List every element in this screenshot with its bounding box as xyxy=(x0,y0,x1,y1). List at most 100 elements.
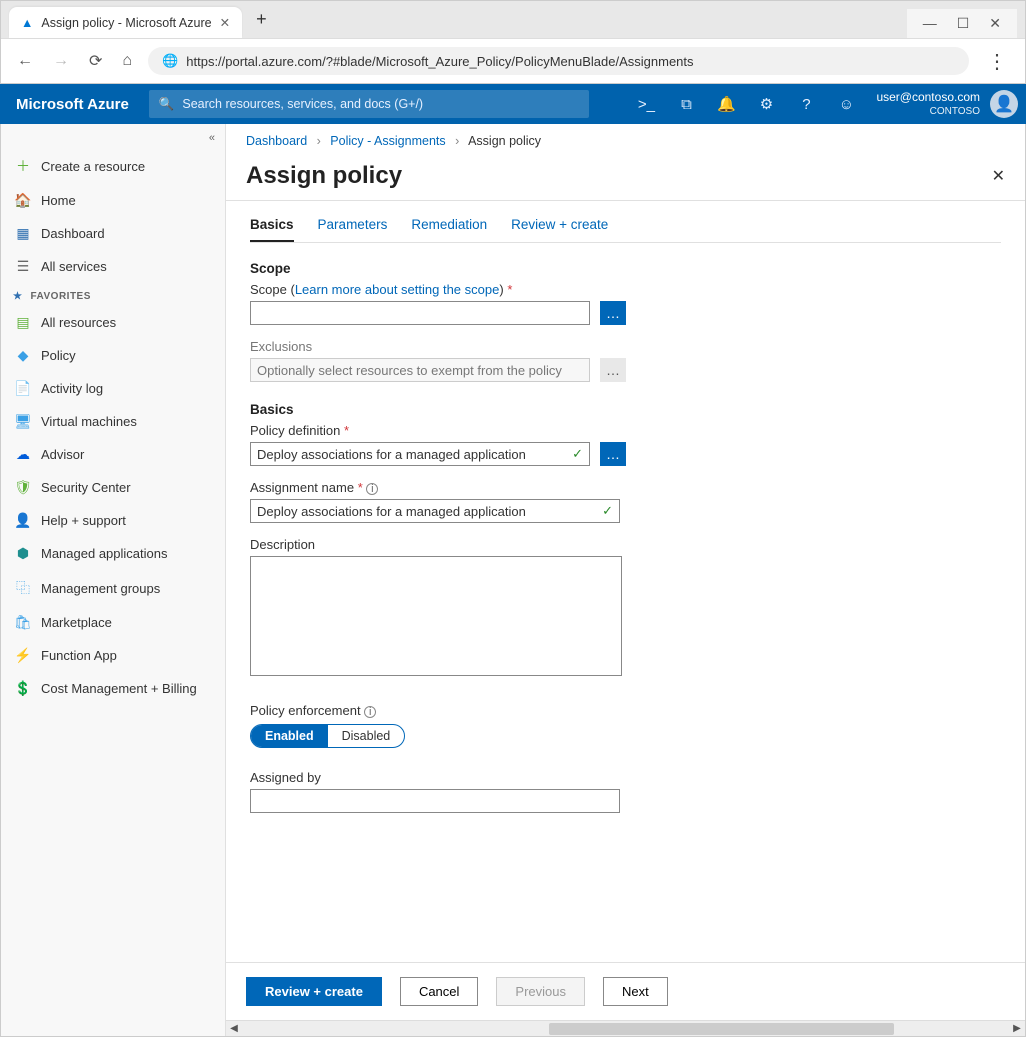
toggle-enabled[interactable]: Enabled xyxy=(251,725,328,747)
assigned-by-input[interactable] xyxy=(250,789,620,813)
info-icon[interactable]: i xyxy=(366,483,378,495)
description-label: Description xyxy=(250,537,1001,552)
sidebar-item-vm[interactable]: 🖥Virtual machines xyxy=(1,405,225,438)
sidebar-item-all-resources[interactable]: ▤All resources xyxy=(1,306,225,339)
help-icon[interactable]: ? xyxy=(786,84,826,124)
sidebar-item-managed-apps[interactable]: ⬢Managed applications xyxy=(1,537,225,570)
managed-apps-icon: ⬢ xyxy=(15,545,31,562)
scope-help-link[interactable]: Learn more about setting the scope xyxy=(295,282,500,297)
close-blade-icon[interactable]: ✕ xyxy=(992,166,1005,186)
cancel-button[interactable]: Cancel xyxy=(400,977,478,1006)
user-account[interactable]: user@contoso.com CONTOSO xyxy=(866,91,990,117)
address-bar[interactable]: 🌐 https://portal.azure.com/?#blade/Micro… xyxy=(148,47,969,75)
back-icon[interactable]: ← xyxy=(13,52,37,70)
sidebar-create-resource[interactable]: ＋Create a resource xyxy=(1,148,225,184)
breadcrumb-policy[interactable]: Policy - Assignments xyxy=(330,134,445,148)
horizontal-scrollbar[interactable]: ◀ ▶ xyxy=(226,1020,1025,1036)
exclusions-input[interactable]: Optionally select resources to exempt fr… xyxy=(250,358,590,382)
reload-icon[interactable]: ⟳ xyxy=(85,51,106,71)
plus-icon: ＋ xyxy=(15,156,31,176)
sidebar-item-cost[interactable]: 💲Cost Management + Billing xyxy=(1,672,225,705)
cloud-shell-icon[interactable]: >_ xyxy=(626,84,666,124)
avatar[interactable]: 👤 xyxy=(990,90,1018,118)
breadcrumb-current: Assign policy xyxy=(468,134,541,148)
sidebar-dashboard[interactable]: ▦Dashboard xyxy=(1,217,225,250)
sidebar-item-marketplace[interactable]: 🛍Marketplace xyxy=(1,606,225,639)
tab-remediation[interactable]: Remediation xyxy=(411,209,487,242)
globe-icon: 🌐 xyxy=(162,53,178,69)
sidebar-all-services[interactable]: ☰All services xyxy=(1,250,225,283)
sidebar-item-help[interactable]: 👤Help + support xyxy=(1,504,225,537)
sidebar-item-advisor[interactable]: ☁Advisor xyxy=(1,438,225,471)
policy-definition-input[interactable]: Deploy associations for a managed applic… xyxy=(250,442,590,466)
form-tabs: Basics Parameters Remediation Review + c… xyxy=(250,209,1001,243)
assignment-name-label: Assignment name * i xyxy=(250,480,1001,495)
policy-definition-picker-button[interactable]: … xyxy=(600,442,626,466)
sidebar-item-function-app[interactable]: ⚡Function App xyxy=(1,639,225,672)
minimize-button[interactable]: — xyxy=(923,15,937,32)
url-text: https://portal.azure.com/?#blade/Microso… xyxy=(186,54,693,69)
scroll-left-icon[interactable]: ◀ xyxy=(226,1021,242,1036)
vm-icon: 🖥 xyxy=(15,413,31,430)
review-create-button[interactable]: Review + create xyxy=(246,977,382,1006)
exclusions-picker-button[interactable]: … xyxy=(600,358,626,382)
scope-picker-button[interactable]: … xyxy=(600,301,626,325)
tab-title: Assign policy - Microsoft Azure xyxy=(41,16,211,30)
directory-filter-icon[interactable]: ⧉ xyxy=(666,84,706,124)
next-button[interactable]: Next xyxy=(603,977,668,1006)
assigned-by-label: Assigned by xyxy=(250,770,1001,785)
scope-heading: Scope xyxy=(250,261,1001,276)
notifications-icon[interactable]: 🔔 xyxy=(706,84,746,124)
enforcement-label: Policy enforcement i xyxy=(250,703,1001,718)
scope-input[interactable] xyxy=(250,301,590,325)
scroll-thumb[interactable] xyxy=(549,1023,894,1035)
toggle-disabled[interactable]: Disabled xyxy=(328,725,405,747)
marketplace-icon: 🛍 xyxy=(15,614,31,631)
assignment-name-input[interactable]: Deploy associations for a managed applic… xyxy=(250,499,620,523)
home-icon: 🏠 xyxy=(15,192,31,209)
browser-tab[interactable]: ▲ Assign policy - Microsoft Azure ✕ xyxy=(9,7,242,38)
cost-icon: 💲 xyxy=(15,680,31,697)
breadcrumb-dashboard[interactable]: Dashboard xyxy=(246,134,307,148)
function-icon: ⚡ xyxy=(15,647,31,664)
user-email: user@contoso.com xyxy=(876,91,980,104)
sidebar-item-activity-log[interactable]: 📄Activity log xyxy=(1,372,225,405)
collapse-sidebar-icon[interactable]: « xyxy=(1,128,225,148)
description-textarea[interactable] xyxy=(250,556,622,676)
new-tab-button[interactable]: + xyxy=(242,1,281,38)
tab-parameters[interactable]: Parameters xyxy=(318,209,388,242)
close-window-button[interactable]: ✕ xyxy=(989,15,1001,32)
shield-icon: 🛡 xyxy=(15,479,31,496)
info-icon[interactable]: i xyxy=(364,706,376,718)
mgmt-groups-icon: ⿻ xyxy=(15,578,31,598)
basics-heading: Basics xyxy=(250,402,1001,417)
sidebar-item-mgmt-groups[interactable]: ⿻Management groups xyxy=(1,570,225,606)
enforcement-toggle[interactable]: Enabled Disabled xyxy=(250,724,405,748)
close-tab-icon[interactable]: ✕ xyxy=(220,15,230,30)
list-icon: ☰ xyxy=(15,258,31,275)
tab-review[interactable]: Review + create xyxy=(511,209,608,242)
sidebar-item-policy[interactable]: ◆Policy xyxy=(1,339,225,372)
browser-more-icon[interactable]: ⋮ xyxy=(981,49,1013,74)
policy-definition-label: Policy definition * xyxy=(250,423,1001,438)
settings-icon[interactable]: ⚙ xyxy=(746,84,786,124)
home-icon[interactable]: ⌂ xyxy=(118,52,136,70)
exclusions-label: Exclusions xyxy=(250,339,1001,354)
azure-search[interactable]: 🔍 Search resources, services, and docs (… xyxy=(149,90,589,118)
maximize-button[interactable]: ☐ xyxy=(957,15,970,32)
dashboard-icon: ▦ xyxy=(15,225,31,242)
scope-label: Scope (Learn more about setting the scop… xyxy=(250,282,1001,297)
tab-basics[interactable]: Basics xyxy=(250,209,294,242)
search-placeholder: Search resources, services, and docs (G+… xyxy=(182,97,423,111)
azure-brand[interactable]: Microsoft Azure xyxy=(16,96,129,113)
forward-icon[interactable]: → xyxy=(49,52,73,70)
favorites-heading: FAVORITES xyxy=(1,283,225,306)
sidebar-item-security[interactable]: 🛡Security Center xyxy=(1,471,225,504)
breadcrumb: Dashboard › Policy - Assignments › Assig… xyxy=(226,124,1025,158)
feedback-icon[interactable]: ☺ xyxy=(826,84,866,124)
form-footer: Review + create Cancel Previous Next xyxy=(226,962,1025,1020)
sidebar-home[interactable]: 🏠Home xyxy=(1,184,225,217)
scroll-right-icon[interactable]: ▶ xyxy=(1009,1021,1025,1036)
azure-favicon: ▲ xyxy=(21,16,33,30)
log-icon: 📄 xyxy=(15,380,31,397)
